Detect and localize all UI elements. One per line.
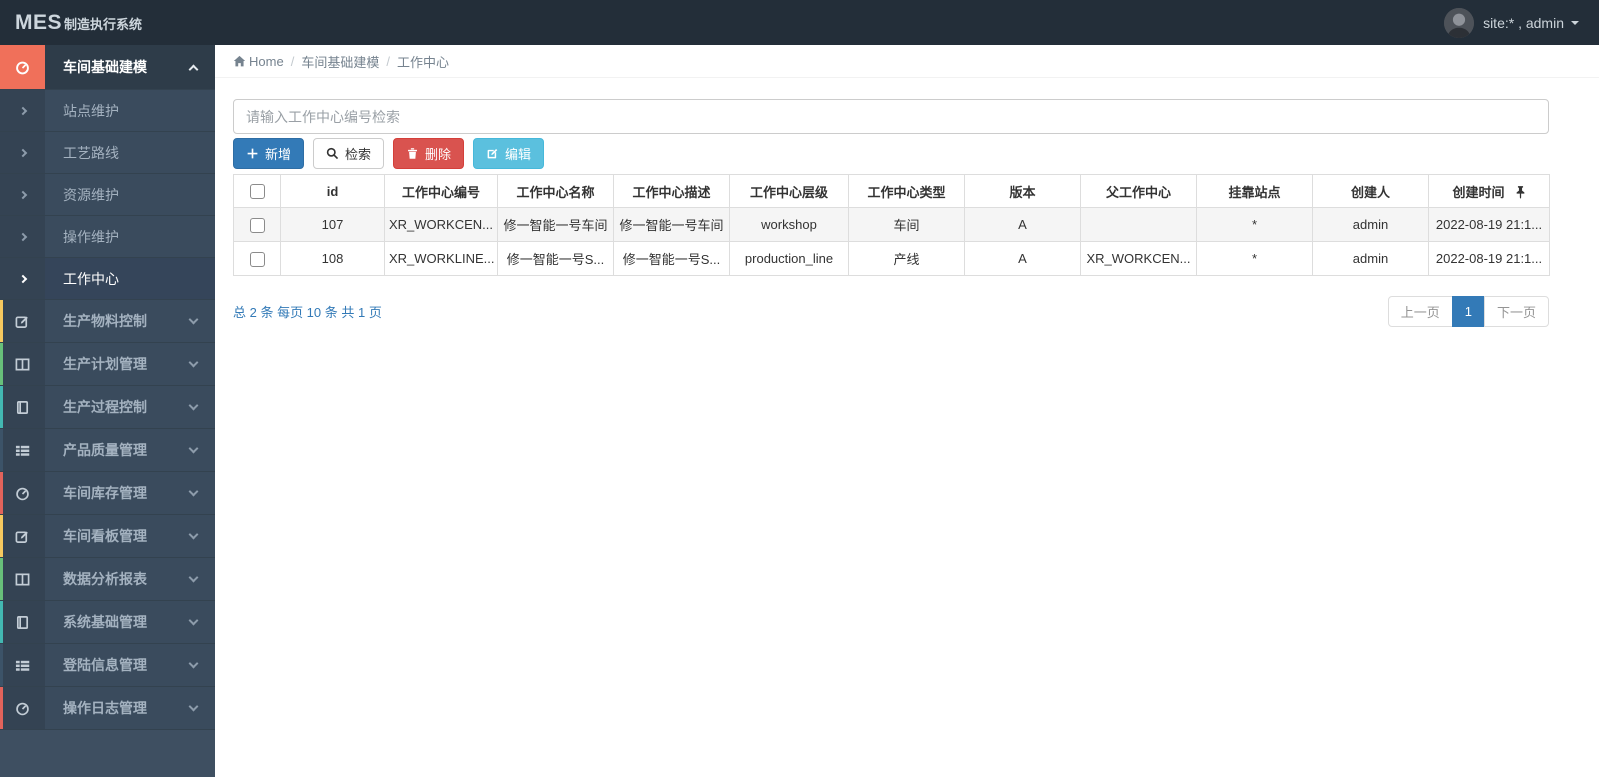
breadcrumb-home-link[interactable]: Home bbox=[233, 54, 284, 69]
sidebar-item-workshop-modeling[interactable]: 车间基础建模 bbox=[0, 45, 215, 90]
list-icon bbox=[15, 445, 30, 456]
sidebar-item-quality-management[interactable]: 产品质量管理 bbox=[0, 429, 215, 472]
user-avatar bbox=[1444, 7, 1475, 38]
chevron-up-icon bbox=[188, 64, 199, 74]
plus-icon bbox=[247, 148, 258, 159]
row-checkbox[interactable] bbox=[249, 217, 265, 233]
search-input[interactable] bbox=[233, 99, 1549, 134]
breadcrumb-section-link[interactable]: 车间基础建模 bbox=[301, 52, 379, 71]
gauge-icon bbox=[16, 702, 29, 715]
home-icon bbox=[233, 55, 246, 66]
sidebar-item-analytics-reports[interactable]: 数据分析报表 bbox=[0, 558, 215, 601]
main-content: Home / 车间基础建模 / 工作中心 新增 检索 删除 编辑 bbox=[215, 45, 1599, 777]
col-version: 版本 bbox=[964, 174, 1081, 208]
chevron-down-icon bbox=[188, 443, 199, 454]
select-all-checkbox[interactable] bbox=[249, 184, 265, 200]
caret-down-icon bbox=[1571, 20, 1579, 25]
sidebar: 车间基础建模 站点维护 工艺路线 资源维护 操作维护 工作中心 生产物料控制 生… bbox=[0, 45, 215, 777]
book-icon bbox=[16, 400, 29, 414]
edit-icon bbox=[15, 530, 28, 543]
prev-page-button[interactable]: 上一页 bbox=[1387, 296, 1453, 327]
trash-icon bbox=[408, 148, 417, 159]
sidebar-item-login-info-management[interactable]: 登陆信息管理 bbox=[0, 644, 215, 687]
col-type: 工作中心类型 bbox=[848, 174, 965, 208]
delete-button[interactable]: 删除 bbox=[393, 138, 465, 169]
gauge-icon bbox=[16, 61, 29, 74]
edit-icon bbox=[15, 315, 28, 328]
col-id: id bbox=[280, 174, 385, 208]
edit-button[interactable]: 编辑 bbox=[473, 138, 545, 169]
pagination: 上一页 1 下一页 bbox=[1387, 296, 1549, 327]
chevron-down-icon bbox=[188, 572, 199, 583]
search-button[interactable]: 检索 bbox=[313, 138, 385, 169]
table-header-row: id 工作中心编号 工作中心名称 工作中心描述 工作中心层级 工作中心类型 版本… bbox=[233, 174, 1550, 208]
search-icon bbox=[326, 147, 339, 160]
col-created-time: 创建时间 bbox=[1428, 174, 1550, 208]
sidebar-item-system-management[interactable]: 系统基础管理 bbox=[0, 601, 215, 644]
chevron-down-icon bbox=[188, 357, 199, 368]
chevron-right-icon bbox=[18, 106, 27, 115]
col-description: 工作中心描述 bbox=[613, 174, 730, 208]
sidebar-item-resource-maintenance[interactable]: 资源维护 bbox=[0, 174, 215, 216]
table-row[interactable]: 107 XR_WORKCEN... 修一智能一号车间 修一智能一号车间 work… bbox=[233, 207, 1550, 242]
logo-secondary: 制造执行系统 bbox=[64, 16, 143, 32]
row-checkbox[interactable] bbox=[249, 251, 265, 267]
table-row[interactable]: 108 XR_WORKLINE... 修一智能一号S... 修一智能一号S...… bbox=[233, 241, 1550, 276]
add-button[interactable]: 新增 bbox=[233, 138, 305, 169]
chevron-down-icon bbox=[188, 615, 199, 626]
col-parent: 父工作中心 bbox=[1080, 174, 1197, 208]
edit-icon bbox=[487, 148, 498, 159]
columns-icon bbox=[15, 573, 30, 585]
chevron-down-icon bbox=[188, 529, 199, 540]
work-center-table: id 工作中心编号 工作中心名称 工作中心描述 工作中心层级 工作中心类型 版本… bbox=[233, 174, 1550, 276]
col-station: 挂靠站点 bbox=[1196, 174, 1313, 208]
list-icon bbox=[15, 660, 30, 671]
chevron-down-icon bbox=[188, 314, 199, 325]
sidebar-item-label: 车间基础建模 bbox=[63, 59, 147, 75]
col-creator: 创建人 bbox=[1312, 174, 1429, 208]
chevron-down-icon bbox=[188, 486, 199, 497]
page-1-button[interactable]: 1 bbox=[1451, 296, 1485, 327]
sidebar-item-operation-maintenance[interactable]: 操作维护 bbox=[0, 216, 215, 258]
col-level: 工作中心层级 bbox=[729, 174, 849, 208]
col-name: 工作中心名称 bbox=[497, 174, 614, 208]
breadcrumb: Home / 车间基础建模 / 工作中心 bbox=[215, 45, 1599, 78]
sidebar-item-station-maintenance[interactable]: 站点维护 bbox=[0, 90, 215, 132]
columns-icon bbox=[15, 358, 30, 370]
pagination-summary: 总 2 条 每页 10 条 共 1 页 bbox=[233, 305, 382, 320]
top-navbar: MES 制造执行系统 site:* , admin bbox=[0, 0, 1599, 45]
app-logo: MES 制造执行系统 bbox=[15, 11, 142, 35]
pin-icon[interactable] bbox=[1515, 185, 1526, 199]
sidebar-item-process-control[interactable]: 生产过程控制 bbox=[0, 386, 215, 429]
book-icon bbox=[16, 615, 29, 629]
col-code: 工作中心编号 bbox=[384, 174, 498, 208]
user-label: site:* , admin bbox=[1483, 14, 1564, 31]
breadcrumb-current: 工作中心 bbox=[396, 54, 449, 70]
next-page-button[interactable]: 下一页 bbox=[1483, 296, 1549, 327]
sidebar-item-process-route[interactable]: 工艺路线 bbox=[0, 132, 215, 174]
chevron-right-icon bbox=[18, 148, 27, 157]
chevron-down-icon bbox=[188, 400, 199, 411]
chevron-down-icon bbox=[188, 658, 199, 669]
chevron-right-icon bbox=[18, 232, 27, 241]
sidebar-item-plan-management[interactable]: 生产计划管理 bbox=[0, 343, 215, 386]
chevron-right-icon bbox=[18, 274, 27, 283]
sidebar-item-inventory-management[interactable]: 车间库存管理 bbox=[0, 472, 215, 515]
logo-primary: MES bbox=[15, 10, 63, 34]
gauge-icon bbox=[16, 487, 29, 500]
sidebar-item-operation-log-management[interactable]: 操作日志管理 bbox=[0, 687, 215, 730]
sidebar-item-work-center[interactable]: 工作中心 bbox=[0, 258, 215, 300]
chevron-down-icon bbox=[188, 701, 199, 712]
chevron-right-icon bbox=[18, 190, 27, 199]
user-menu[interactable]: site:* , admin bbox=[1444, 7, 1579, 38]
sidebar-item-material-control[interactable]: 生产物料控制 bbox=[0, 300, 215, 343]
sidebar-item-kanban-management[interactable]: 车间看板管理 bbox=[0, 515, 215, 558]
